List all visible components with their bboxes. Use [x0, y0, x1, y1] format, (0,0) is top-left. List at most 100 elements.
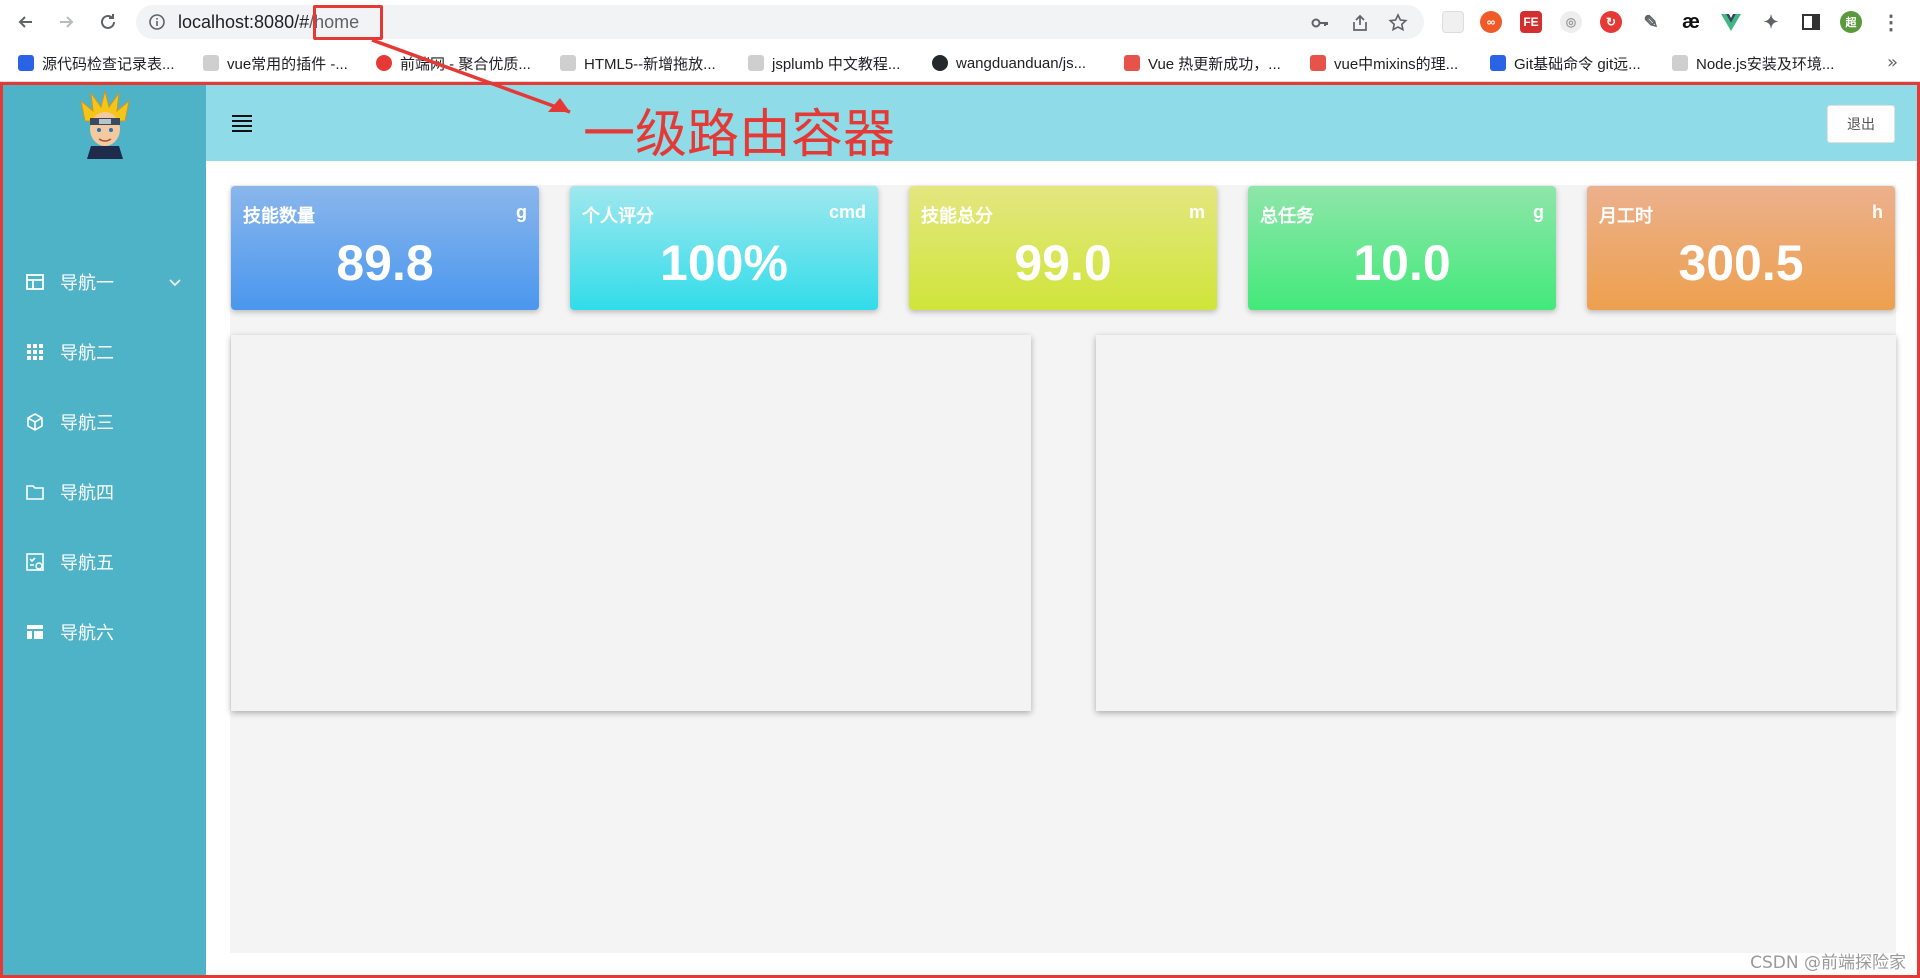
sidebar-item-label: 导航四 [60, 483, 114, 504]
checklist-icon [26, 553, 44, 571]
github-icon [932, 55, 948, 71]
extension-circle-icon[interactable]: ◎ [1560, 11, 1582, 33]
sidebar-item-nav2[interactable]: 导航二 [3, 327, 206, 377]
watermark: CSDN @前端探险家 [1750, 953, 1906, 973]
baidu-paw-icon [1490, 55, 1506, 71]
chart-panel-left [231, 335, 1031, 711]
stat-value: 99.0 [1014, 235, 1112, 291]
profile-avatar[interactable]: 超 [1840, 11, 1862, 33]
stat-card-total-tasks: 总任务 g 10.0 [1248, 186, 1556, 310]
browser-menu-icon[interactable]: ⋮ [1880, 11, 1902, 34]
extension-infinity-icon[interactable]: ∞ [1480, 11, 1502, 33]
bookmark-item[interactable]: vue常用的插件 -... [203, 52, 348, 74]
bookmark-label: 源代码检查记录表... [42, 55, 175, 73]
table-icon [26, 274, 44, 290]
star-icon[interactable] [1388, 13, 1408, 33]
stat-value: 10.0 [1353, 235, 1451, 291]
logout-button[interactable]: 退出 [1827, 105, 1895, 143]
bookmarks-bar: 源代码检查记录表... vue常用的插件 -... 前端网 - 聚合优质... … [0, 44, 1920, 82]
bookmark-item[interactable]: 源代码检查记录表... [18, 52, 175, 74]
jianshu-icon [1124, 55, 1140, 71]
share-icon[interactable] [1350, 13, 1370, 33]
key-icon[interactable] [1310, 13, 1330, 33]
bookmark-label: HTML5--新增拖放... [584, 55, 716, 73]
extension-blank-icon[interactable] [1442, 11, 1464, 33]
stat-value: 89.8 [336, 235, 434, 291]
bookmark-item[interactable]: wangduanduan/js... [932, 52, 1086, 74]
vue-devtools-icon[interactable] [1720, 11, 1742, 33]
site-info-icon[interactable] [148, 13, 166, 31]
bookmark-label: vue常用的插件 -... [227, 55, 348, 73]
stat-title: 总任务 [1260, 206, 1314, 227]
stat-card-monthly-hours: 月工时 h 300.5 [1587, 186, 1895, 310]
back-button[interactable] [12, 8, 40, 36]
sidebar-item-nav5[interactable]: 导航五 [3, 537, 206, 587]
extension-ae-icon[interactable]: æ [1680, 11, 1702, 33]
bookmark-page-icon [203, 55, 219, 71]
extension-sync-icon[interactable]: ↻ [1600, 11, 1622, 33]
reload-button[interactable] [94, 8, 122, 36]
sidebar-item-label: 导航三 [60, 413, 114, 434]
stat-title: 个人评分 [582, 206, 654, 227]
forward-button[interactable] [52, 8, 80, 36]
bookmark-page-icon [1672, 55, 1688, 71]
stat-value: 300.5 [1678, 235, 1804, 291]
stat-title: 技能数量 [243, 206, 315, 227]
stat-title: 技能总分 [921, 206, 993, 227]
url-highlight-box [313, 5, 383, 40]
annotation-label: 一级路由容器 [583, 105, 896, 165]
extensions-puzzle-icon[interactable]: ✦ [1760, 11, 1782, 33]
stat-card-skill-count: 技能数量 g 89.8 [231, 186, 539, 310]
folder-icon [26, 485, 44, 500]
jianshu-icon [1310, 55, 1326, 71]
bookmark-item[interactable]: HTML5--新增拖放... [560, 52, 716, 74]
bookmarks-overflow-button[interactable]: » [1887, 52, 1898, 73]
sidebar-item-nav6[interactable]: 导航六 [3, 607, 206, 657]
stat-unit: g [1533, 202, 1544, 222]
sidebar-item-label: 导航六 [60, 623, 114, 644]
bookmark-label: Node.js安装及环境... [1696, 55, 1835, 73]
stat-unit: h [1872, 202, 1883, 222]
back-arrow-icon [18, 16, 32, 28]
table-layout-icon [27, 625, 43, 639]
sidebar-item-label: 导航二 [60, 343, 114, 364]
reload-icon [101, 14, 115, 29]
bookmark-item[interactable]: vue中mixins的理... [1310, 52, 1458, 74]
bookmark-label: wangduanduan/js... [956, 54, 1087, 72]
bookmark-label: jsplumb 中文教程... [772, 55, 901, 73]
sidebar-item-nav4[interactable]: 导航四 [3, 467, 206, 517]
chevron-down-icon [169, 279, 181, 287]
stat-card-personal-score: 个人评分 cmd 100% [570, 186, 878, 310]
side-panel-icon[interactable] [1800, 11, 1822, 33]
stat-card-skill-total: 技能总分 m 99.0 [909, 186, 1217, 310]
chart-panel-right [1096, 335, 1896, 711]
extension-fe-icon[interactable]: FE [1520, 11, 1542, 33]
bookmark-page-icon [748, 55, 764, 71]
stat-unit: m [1188, 202, 1205, 222]
sidebar-item-label: 导航五 [60, 553, 114, 574]
forward-arrow-icon [60, 16, 74, 28]
eyedropper-icon[interactable]: ✎ [1640, 11, 1662, 33]
url-host: localhost:8080/# [178, 12, 310, 32]
bookmark-item[interactable]: Git基础命令 git远... [1490, 52, 1641, 74]
annotation-arrow-icon [371, 38, 571, 114]
stat-title: 月工时 [1599, 206, 1653, 227]
baidu-paw-icon [18, 55, 34, 71]
browser-toolbar: localhost:8080/#/home ∞ FE ◎ ↻ ✎ æ ✦ 超 ⋮ [0, 0, 1920, 44]
bookmark-item[interactable]: Vue 热更新成功，... [1124, 52, 1281, 74]
cube-icon [27, 413, 43, 431]
collapse-menu-icon[interactable] [232, 115, 252, 132]
bookmark-label: Vue 热更新成功，... [1148, 55, 1281, 73]
stat-value: 100% [660, 235, 788, 291]
bookmark-item[interactable]: jsplumb 中文教程... [748, 52, 900, 74]
grid-icon [27, 344, 43, 360]
stat-unit: g [516, 202, 527, 222]
sidebar-item-nav3[interactable]: 导航三 [3, 397, 206, 447]
sidebar: 导航一 导航二 导航三 导航四 导航五 导航六 [3, 85, 206, 975]
sidebar-item-nav1[interactable]: 导航一 [3, 257, 206, 307]
avatar-logo [80, 91, 130, 159]
bookmark-label: Git基础命令 git远... [1514, 55, 1641, 73]
stat-unit: cmd [828, 202, 866, 222]
bookmark-label: vue中mixins的理... [1334, 55, 1459, 73]
bookmark-item[interactable]: Node.js安装及环境... [1672, 52, 1834, 74]
